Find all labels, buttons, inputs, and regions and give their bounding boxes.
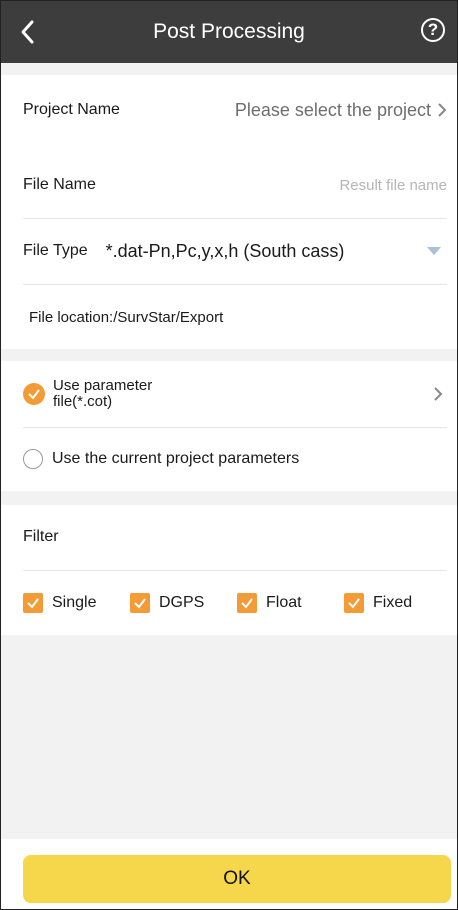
chevron-right-icon — [434, 387, 443, 401]
filter-single-checkbox[interactable]: Single — [23, 593, 130, 613]
file-type-label: File Type — [23, 242, 88, 259]
filter-header: Filter — [23, 505, 447, 569]
file-name-label: File Name — [23, 176, 96, 193]
back-arrow-icon[interactable] — [17, 17, 39, 47]
help-icon[interactable]: ? — [421, 18, 445, 42]
param-option-file[interactable]: Use parameter file(*.cot) — [23, 361, 447, 427]
param-option-file-line2: file(*.cot) — [53, 393, 113, 410]
filter-card: Filter Single DGPS Float Fixed — [1, 505, 457, 635]
radio-checked-icon[interactable] — [23, 383, 45, 405]
filter-fixed-checkbox[interactable]: Fixed — [344, 593, 412, 613]
file-type-row[interactable]: File Type *.dat-Pn,Pc,y,x,h (South cass) — [23, 219, 447, 283]
parameter-card: Use parameter file(*.cot) Use the curren… — [1, 361, 457, 491]
file-location-row: File location:/SurvStar/Export — [29, 285, 447, 349]
page-title: Post Processing — [153, 20, 305, 43]
project-select-value[interactable]: Please select the project — [235, 100, 431, 121]
checkbox-checked-icon[interactable] — [237, 593, 257, 613]
dropdown-triangle-icon[interactable] — [427, 246, 441, 256]
filter-options: Single DGPS Float Fixed — [23, 571, 447, 635]
project-row[interactable]: Project Name Please select the project — [23, 75, 447, 145]
filter-dgps-checkbox[interactable]: DGPS — [130, 593, 237, 613]
screen: Post Processing ? Project Name Please se… — [0, 0, 458, 910]
file-card: File Name Result file name File Type *.d… — [1, 153, 457, 349]
project-card: Project Name Please select the project — [1, 75, 457, 153]
checkbox-checked-icon[interactable] — [344, 593, 364, 613]
radio-unchecked-icon[interactable] — [23, 449, 43, 469]
param-option-current-label: Use the current project parameters — [52, 450, 300, 467]
filter-fixed-label: Fixed — [373, 594, 413, 611]
top-bar: Post Processing ? — [1, 1, 457, 63]
filter-float-checkbox[interactable]: Float — [237, 593, 344, 613]
file-type-select[interactable]: *.dat-Pn,Pc,y,x,h (South cass) — [106, 241, 345, 262]
checkbox-checked-icon[interactable] — [130, 593, 150, 613]
param-option-file-label: Use parameter file(*.cot) — [53, 378, 152, 410]
ok-button[interactable]: OK — [23, 855, 451, 903]
project-name-label: Project Name — [23, 101, 120, 118]
file-name-input[interactable]: Result file name — [339, 177, 447, 194]
chevron-right-icon — [438, 103, 447, 117]
filter-single-label: Single — [52, 594, 97, 611]
filter-dgps-label: DGPS — [159, 594, 205, 611]
checkbox-checked-icon[interactable] — [23, 593, 43, 613]
filter-float-label: Float — [266, 594, 302, 611]
filter-label: Filter — [23, 528, 59, 545]
param-option-current[interactable]: Use the current project parameters — [23, 428, 447, 490]
param-option-file-line1: Use parameter — [53, 377, 153, 394]
file-name-row: File Name Result file name — [23, 153, 447, 217]
file-location-text: File location:/SurvStar/Export — [29, 308, 224, 326]
